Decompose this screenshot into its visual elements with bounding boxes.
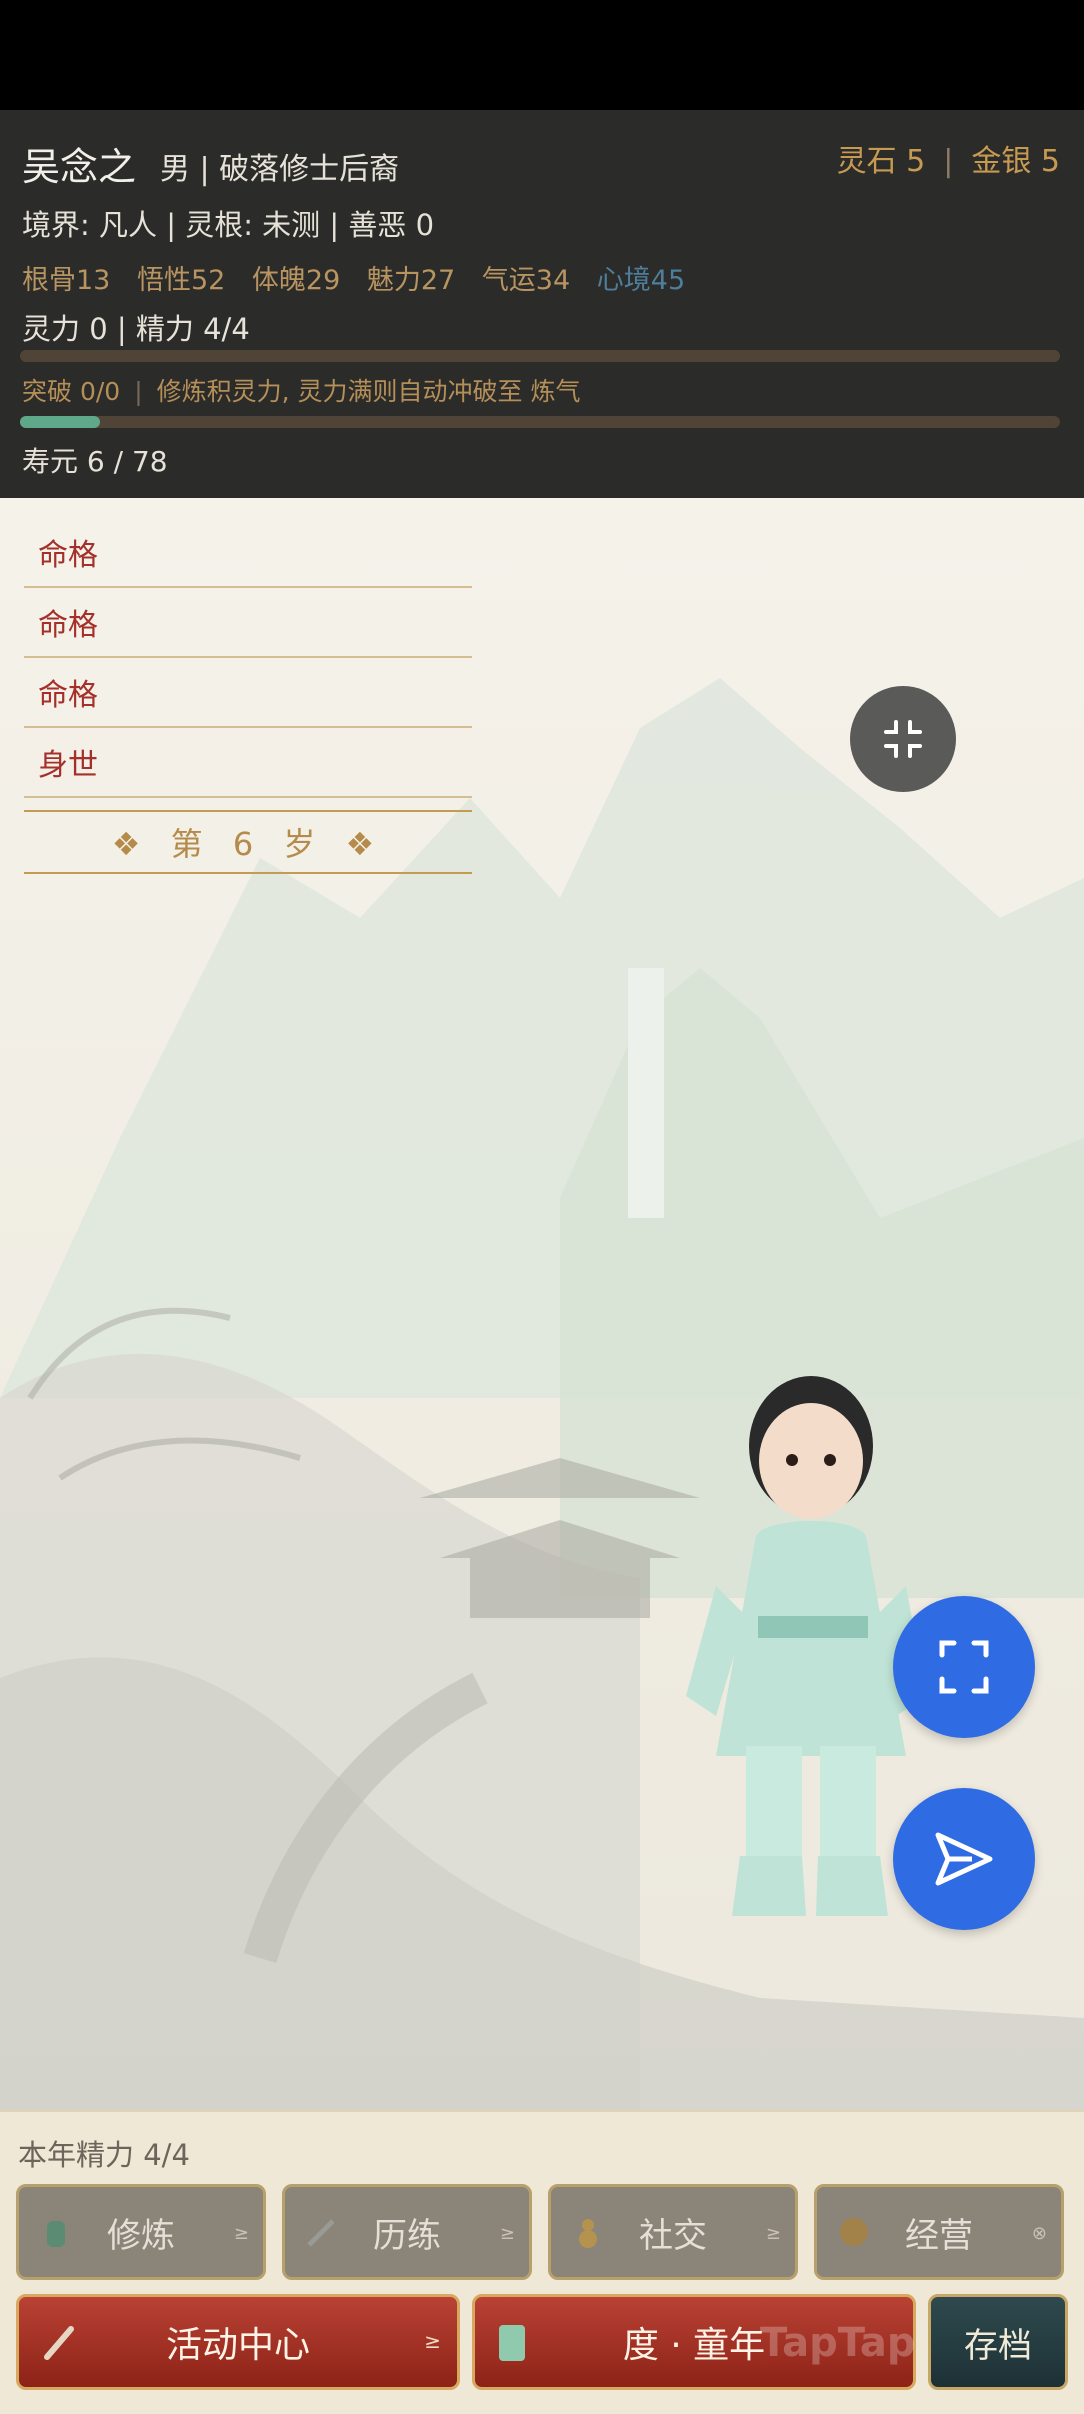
cultivate-label: 修炼 <box>107 2215 175 2256</box>
chevron-icon: ≥ <box>765 2223 781 2244</box>
power-progress-bar <box>20 350 1060 362</box>
story-scene: 命格 命格 命格 身世 ❖ 第 6 岁 ❖ <box>0 498 1084 2110</box>
lifespan-text: 寿元 6 / 78 <box>22 445 168 478</box>
breakthrough-hint: 修炼积灵力, 灵力满则自动冲破至 炼气 <box>156 377 581 406</box>
currency-display: 灵石 5 | 金银 5 <box>836 144 1060 179</box>
chevron-icon: ≥ <box>424 2329 441 2353</box>
breakthrough-line: 突破 0/0 | 修炼积灵力, 灵力满则自动冲破至 炼气 <box>22 377 581 406</box>
social-label: 社交 <box>639 2215 707 2256</box>
watermark: TapTap <box>760 2320 916 2366</box>
stat-luck: 气运34 <box>481 265 571 296</box>
yearly-energy: 本年精力 4/4 <box>18 2138 190 2172</box>
manage-label: 经营 <box>905 2215 973 2256</box>
collapse-button[interactable] <box>850 686 956 792</box>
manage-button[interactable]: 经营 ⊗ <box>814 2184 1064 2280</box>
gourd-icon <box>579 2219 597 2248</box>
brush-icon <box>44 2326 74 2360</box>
adventure-button[interactable]: 历练 ≥ <box>282 2184 532 2280</box>
bottom-action-panel: 本年精力 4/4 修炼 ≥ 历练 ≥ 社交 ≥ 经营 ⊗ 活动中心 ≥ 度 · … <box>0 2110 1084 2414</box>
attribute-stats: 根骨13 悟性52 体魄29 魅力27 气运34 心境45 <box>22 258 703 297</box>
gold-count: 金银 5 <box>971 144 1060 179</box>
coin-icon <box>840 2218 868 2246</box>
scroll-icon <box>499 2325 525 2361</box>
save-label: 存档 <box>964 2325 1032 2366</box>
character-name: 吴念之 <box>22 145 137 189</box>
sword-icon <box>307 2219 335 2247</box>
stat-comprehension: 悟性52 <box>136 265 226 296</box>
send-button[interactable] <box>893 1788 1035 1930</box>
breakthrough-count: 突破 0/0 <box>22 377 121 406</box>
send-icon <box>935 1832 993 1886</box>
fullscreen-button[interactable] <box>893 1596 1035 1738</box>
character-origin: 男 | 破落修士后裔 <box>160 152 400 187</box>
event-item[interactable]: 命格 <box>24 658 472 728</box>
age-divider: ❖ 第 6 岁 ❖ <box>24 810 472 874</box>
stat-heart: 心境45 <box>596 265 686 296</box>
character-header: 吴念之 男 | 破落修士后裔 灵石 5 | 金银 5 境界: 凡人 | 灵根: 未测… <box>0 110 1084 498</box>
spirit-stone-count: 灵石 5 <box>836 144 926 179</box>
realm-line: 境界: 凡人 | 灵根: 未测 | 善恶 0 <box>22 208 435 242</box>
chevron-icon: ≥ <box>499 2223 515 2244</box>
chevron-icon: ⊗ <box>1031 2223 1047 2244</box>
activity-center-label: 活动中心 <box>165 2325 310 2366</box>
event-item[interactable]: 命格 <box>24 588 472 658</box>
power-line: 灵力 0 | 精力 4/4 <box>22 312 250 346</box>
activity-center-button[interactable]: 活动中心 ≥ <box>16 2294 460 2390</box>
stat-charm: 魅力27 <box>366 265 456 296</box>
cultivate-button[interactable]: 修炼 ≥ <box>16 2184 266 2280</box>
lifespan-progress-fill <box>20 416 101 428</box>
stat-bone: 根骨13 <box>22 265 111 296</box>
adventure-label: 历练 <box>373 2215 441 2256</box>
event-list: 命格 命格 命格 身世 ❖ 第 6 岁 ❖ <box>24 518 472 874</box>
event-item[interactable]: 身世 <box>24 728 472 798</box>
lifespan-progress-bar <box>20 416 1060 428</box>
fullscreen-icon <box>939 1640 989 1694</box>
collapse-icon <box>884 720 922 758</box>
social-button[interactable]: 社交 ≥ <box>548 2184 798 2280</box>
status-bar <box>0 0 1084 110</box>
stat-physique: 体魄29 <box>251 265 341 296</box>
chevron-icon: ≥ <box>233 2223 249 2244</box>
event-item[interactable]: 命格 <box>24 518 472 588</box>
pass-year-label: 度 · 童年 <box>622 2325 766 2366</box>
save-button[interactable]: 存档 <box>928 2294 1068 2390</box>
gourd-flask-icon <box>47 2221 65 2247</box>
